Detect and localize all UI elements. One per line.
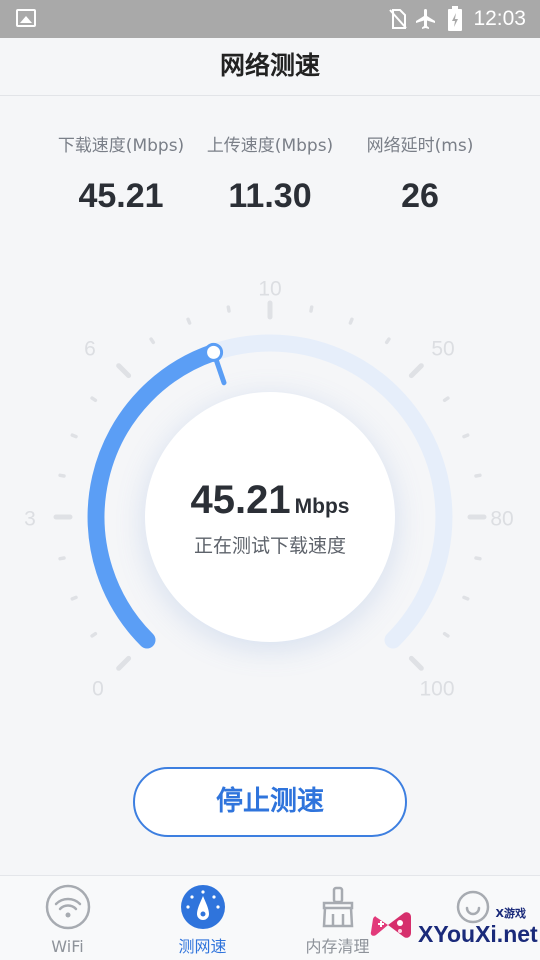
status-time: 12:03 <box>473 7 526 30</box>
battery-charging-icon <box>448 6 462 31</box>
gauge-minor-tick <box>462 433 470 439</box>
current-speed-unit: Mbps <box>294 495 350 518</box>
gauge-minor-tick <box>226 305 231 313</box>
download-speed-value: 45.21 <box>78 177 164 215</box>
gauge-minor-tick <box>70 595 78 601</box>
upload-speed-label: 上传速度(Mbps) <box>206 136 334 156</box>
gauge-minor-tick <box>149 337 156 345</box>
gauge-minor-tick <box>348 317 354 325</box>
gauge-minor-tick <box>474 556 482 561</box>
gauge-minor-tick <box>58 556 66 561</box>
gauge-scale-label: 80 <box>490 508 513 531</box>
speedometer-icon <box>181 885 225 929</box>
watermark-small-text: X游戏 <box>495 907 526 920</box>
watermark-text: XYouXi.net <box>418 921 538 947</box>
gauge-minor-tick <box>442 396 450 403</box>
upload-speed-stat: 上传速度(Mbps) 11.30 <box>190 134 350 218</box>
gauge-scale-label: 6 <box>84 338 96 361</box>
latency-label: 网络延时(ms) <box>366 136 474 156</box>
test-status-text: 正在测试下载速度 <box>193 535 346 557</box>
tab-wifi[interactable]: WiFi <box>0 876 135 960</box>
latency-value: 26 <box>401 177 439 215</box>
broom-icon <box>322 886 354 928</box>
upload-speed-value: 11.30 <box>228 177 312 215</box>
gauge-major-tick <box>116 655 132 671</box>
tab-speed-test[interactable]: 测网速 <box>135 876 270 960</box>
gauge-minor-tick <box>70 433 78 439</box>
gauge-major-tick <box>408 363 424 379</box>
title-bar: 网络测速 <box>0 38 540 96</box>
gauge-scale-label: 100 <box>419 678 454 701</box>
tab-speed-test-label: 测网速 <box>178 937 227 956</box>
gauge-progress-knob <box>204 342 224 362</box>
current-speed-readout: 45.21 Mbps <box>145 478 395 523</box>
gauge-major-tick <box>408 655 424 671</box>
image-icon <box>16 9 36 27</box>
download-speed-stat: 下载速度(Mbps) 45.21 <box>41 134 201 218</box>
gauge-scale-label: 3 <box>24 508 36 531</box>
watermark: X游戏 XYouXi.net <box>370 895 540 960</box>
gauge-minor-tick <box>474 473 482 478</box>
gauge-minor-tick <box>90 631 98 638</box>
gauge-needle <box>213 355 227 386</box>
gauge-minor-tick <box>186 317 192 325</box>
wifi-icon <box>45 884 91 930</box>
current-speed-value: 45.21 <box>190 478 291 522</box>
gauge-scale-label: 0 <box>92 678 104 701</box>
gauge-minor-tick <box>58 473 66 478</box>
gauge-minor-tick <box>384 337 391 345</box>
status-bar: 12:03 <box>0 0 540 38</box>
gamepad-logo-icon <box>370 912 411 938</box>
gauge-minor-tick <box>462 595 470 601</box>
airplane-icon <box>416 9 435 29</box>
latency-stat: 网络延时(ms) 26 <box>340 134 500 218</box>
download-speed-label: 下载速度(Mbps) <box>57 136 185 156</box>
stop-test-button[interactable]: 停止测速 <box>133 767 407 837</box>
gauge-minor-tick <box>442 631 450 638</box>
gauge-minor-tick <box>90 396 98 403</box>
no-sim-icon <box>389 9 407 29</box>
gauge-minor-tick <box>309 305 314 313</box>
gauge-scale-label: 50 <box>431 338 454 361</box>
gauge-scale-label: 10 <box>258 278 281 301</box>
tab-wifi-label: WiFi <box>51 937 84 956</box>
page-title: 网络测速 <box>219 51 320 80</box>
gauge-major-tick <box>116 363 132 379</box>
